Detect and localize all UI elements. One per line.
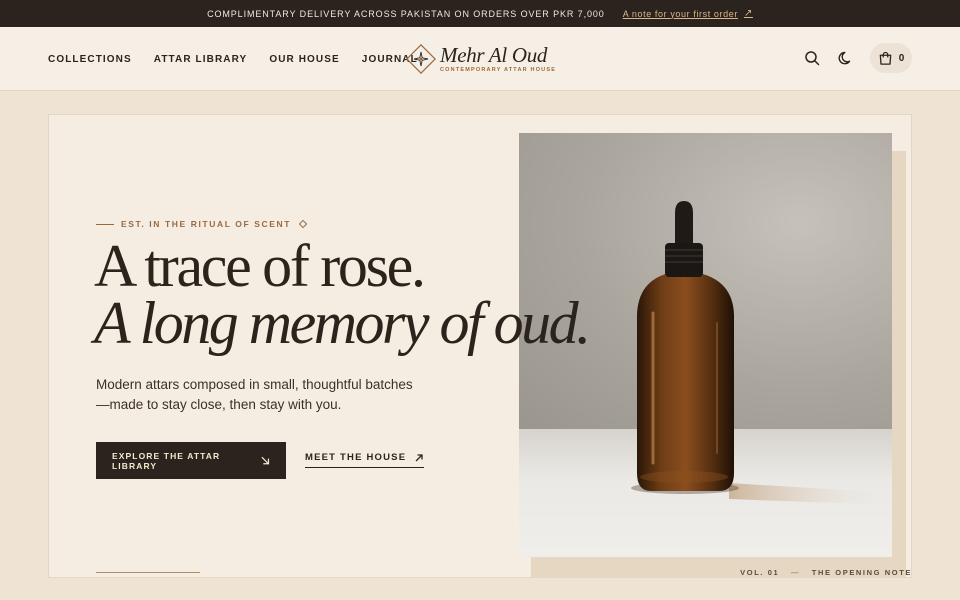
hero-headline-line2: A long memory of oud. <box>94 290 591 356</box>
search-icon[interactable] <box>802 48 822 68</box>
first-order-link-label: A note for your first order <box>622 8 738 19</box>
explore-button-label: EXPLORE THE ATTAR LIBRARY <box>112 450 221 471</box>
cart-count: 0 <box>898 52 905 64</box>
cart-button[interactable]: 0 <box>870 43 912 73</box>
volume-separator: — <box>791 568 801 577</box>
brand-name: Mehr Al Oud <box>440 43 548 67</box>
hero-divider <box>96 572 200 573</box>
moon-icon[interactable] <box>836 48 856 68</box>
nav-item-our-house[interactable]: OUR HOUSE <box>269 54 339 65</box>
explore-attar-library-button[interactable]: EXPLORE THE ATTAR LIBRARY <box>96 442 286 479</box>
arrow-down-right-icon <box>261 456 269 465</box>
diamond-icon <box>406 44 436 74</box>
main-nav: COLLECTIONS ATTAR LIBRARY OUR HOUSE JOUR… <box>48 27 418 91</box>
eyebrow-rule <box>96 223 114 225</box>
meet-the-house-link[interactable]: MEET THE HOUSE <box>305 452 425 468</box>
announcement-bar: COMPLIMENTARY DELIVERY ACROSS PAKISTAN O… <box>0 0 960 27</box>
first-order-link[interactable]: A note for your first order ↗ <box>623 8 753 19</box>
eyebrow-text: EST. IN THE RITUAL OF SCENT <box>121 219 292 229</box>
volume-title: THE OPENING NOTE <box>811 568 912 577</box>
hero-headline-line1: A trace of rose. <box>94 233 426 299</box>
nav-item-attar-library[interactable]: ATTAR LIBRARY <box>154 54 248 65</box>
brand-tagline: CONTEMPORARY ATTAR HOUSE <box>440 67 557 73</box>
shopping-bag-icon <box>879 51 892 65</box>
diamond-icon <box>298 219 308 229</box>
site-header: COLLECTIONS ATTAR LIBRARY OUR HOUSE JOUR… <box>0 27 960 91</box>
header-actions: 0 <box>802 43 912 73</box>
volume-number: VOL. 01 <box>740 568 780 577</box>
arrow-up-right-icon <box>415 453 423 461</box>
meet-house-label: MEET THE HOUSE <box>305 452 407 463</box>
nav-item-collections[interactable]: COLLECTIONS <box>48 54 132 65</box>
hero-description: Modern attars composed in small, thought… <box>96 377 413 412</box>
announcement-text: COMPLIMENTARY DELIVERY ACROSS PAKISTAN O… <box>207 8 605 19</box>
volume-caption: VOL. 01 — THE OPENING NOTE <box>740 568 912 577</box>
hero-eyebrow: EST. IN THE RITUAL OF SCENT <box>96 219 308 229</box>
brand-logo[interactable]: Mehr Al Oud CONTEMPORARY ATTAR HOUSE <box>405 41 556 77</box>
arrow-up-right-icon: ↗ <box>743 8 753 19</box>
